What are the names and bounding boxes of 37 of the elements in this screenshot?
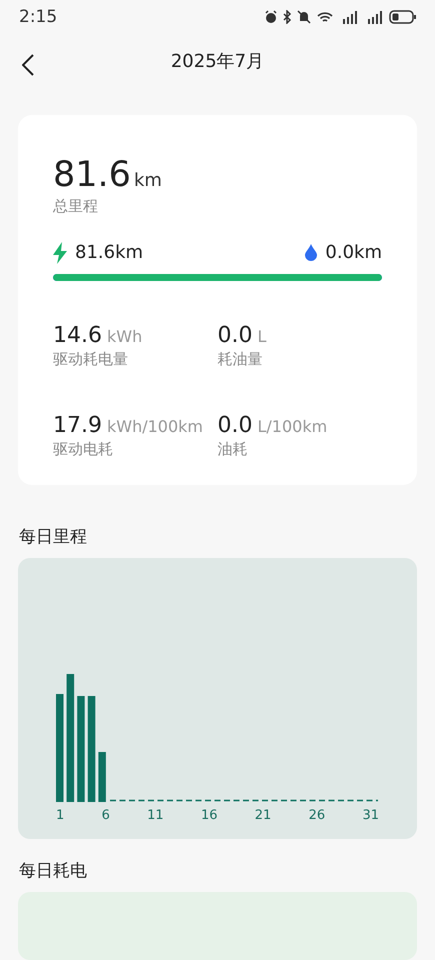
muted-bell-icon (297, 10, 311, 24)
total-distance-label: 总里程 (53, 196, 99, 216)
bluetooth-icon (283, 10, 292, 24)
page-title: 2025年7月 (170, 50, 264, 73)
battery-icon (389, 10, 417, 24)
lightning-icon (53, 242, 67, 264)
back-icon (22, 54, 34, 76)
alarm-icon (264, 10, 278, 24)
axis-label: 21 (254, 808, 272, 823)
stat-label: 驱动耗电量 (53, 350, 129, 369)
stat-label: 油耗 (218, 440, 248, 459)
stat-label: 驱动电耗 (53, 440, 114, 459)
axis-label: 16 (200, 808, 218, 823)
total-distance-value: 81.6 (53, 154, 131, 195)
axis-label: 6 (102, 808, 110, 823)
stat-unit: kWh (106, 326, 142, 346)
stat-unit: kWh/100km (106, 416, 203, 436)
stat-value: 0.0 (218, 412, 252, 438)
stat-value: 14.6 (53, 322, 102, 348)
drop-icon (305, 244, 318, 262)
electric-distance: 81.6km (75, 242, 144, 264)
stat-value: 0.0 (218, 322, 252, 348)
chart-bar (98, 752, 106, 802)
axis-label: 1 (56, 808, 64, 823)
stat-value: 17.9 (53, 412, 102, 438)
wifi-icon (316, 10, 334, 24)
total-distance-unit: km (134, 170, 162, 191)
stat-unit: L/100km (258, 416, 328, 436)
fuel-distance: 0.0km (325, 242, 382, 264)
stat-label: 耗油量 (218, 350, 264, 369)
axis-label: 31 (362, 808, 379, 823)
axis-label: 26 (308, 808, 326, 823)
stat-unit: L (258, 326, 266, 346)
axis-label: 11 (147, 808, 164, 823)
section-title: 每日耗电 (19, 860, 88, 882)
section-title: 每日里程 (19, 526, 88, 548)
status-time: 2:15 (19, 7, 58, 28)
